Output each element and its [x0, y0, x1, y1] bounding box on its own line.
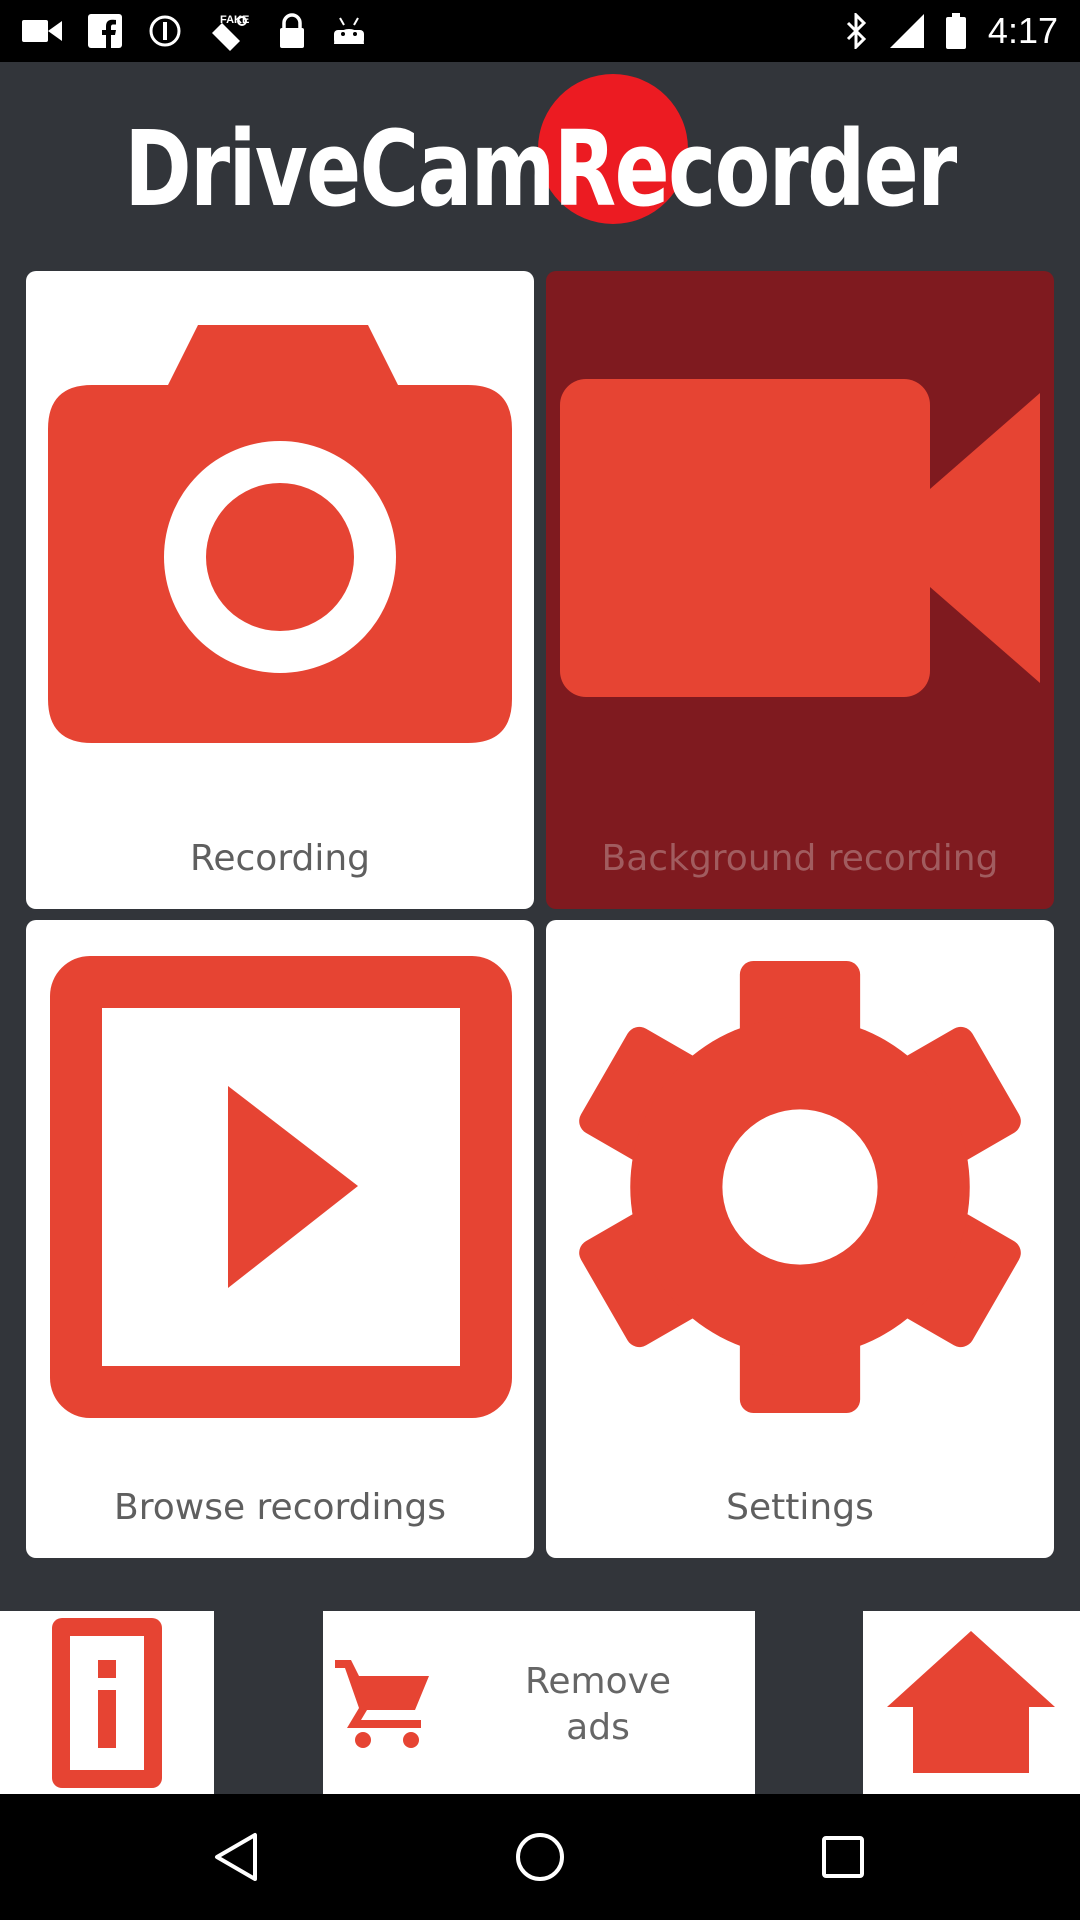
- sync-icon: [148, 14, 182, 48]
- tile-recording[interactable]: Recording: [26, 271, 534, 909]
- video-camera-icon: [22, 17, 62, 45]
- app-main: DriveCamRecorder Recording Background re…: [0, 62, 1080, 1794]
- nav-back-button[interactable]: [156, 1794, 316, 1920]
- video-camera-icon: [560, 379, 1040, 697]
- tile-label: Recording: [189, 838, 371, 879]
- battery-icon: [945, 13, 966, 49]
- bluetooth-icon: [846, 13, 868, 49]
- signal-icon: [889, 14, 924, 48]
- cart-icon: [335, 1660, 429, 1748]
- tile-label: Browse recordings: [114, 1487, 446, 1528]
- remove-ads-line1: Remove: [524, 1661, 672, 1702]
- remove-ads-label: Remove ads: [473, 1659, 723, 1751]
- camera-icon: [48, 325, 512, 743]
- bottom-action-bar: Remove ads: [0, 1611, 1080, 1794]
- home-button[interactable]: [863, 1611, 1080, 1794]
- lock-icon: [278, 13, 306, 49]
- logo-text: DriveCamRecorder: [124, 108, 957, 230]
- facebook-icon: [88, 14, 122, 48]
- tile-settings[interactable]: Settings: [546, 920, 1054, 1558]
- home-icon: [887, 1631, 1055, 1773]
- tile-background-recording[interactable]: Background recording: [546, 271, 1054, 909]
- play-icon: [50, 956, 512, 1418]
- remove-ads-button[interactable]: Remove ads: [323, 1611, 755, 1794]
- back-icon: [215, 1833, 257, 1881]
- info-icon: [52, 1618, 162, 1788]
- app-logo: DriveCamRecorder: [0, 62, 1080, 272]
- info-button[interactable]: [0, 1611, 214, 1794]
- clock: 4:17: [987, 10, 1058, 51]
- nav-home-button[interactable]: [460, 1794, 620, 1920]
- gear-icon: [579, 961, 1021, 1413]
- recents-icon: [822, 1836, 864, 1878]
- nav-recents-button[interactable]: [763, 1794, 923, 1920]
- remove-ads-line2: ads: [566, 1707, 630, 1748]
- fake-gps-icon: FAKE: [208, 11, 252, 51]
- tile-browse-recordings[interactable]: Browse recordings: [26, 920, 534, 1558]
- tile-label: Background recording: [601, 838, 999, 879]
- tile-label: Settings: [726, 1487, 874, 1528]
- home-circle-icon: [516, 1833, 564, 1881]
- system-nav-bar: [0, 1794, 1080, 1920]
- status-bar: FAKE 4:17: [0, 0, 1080, 62]
- android-icon: [332, 16, 366, 46]
